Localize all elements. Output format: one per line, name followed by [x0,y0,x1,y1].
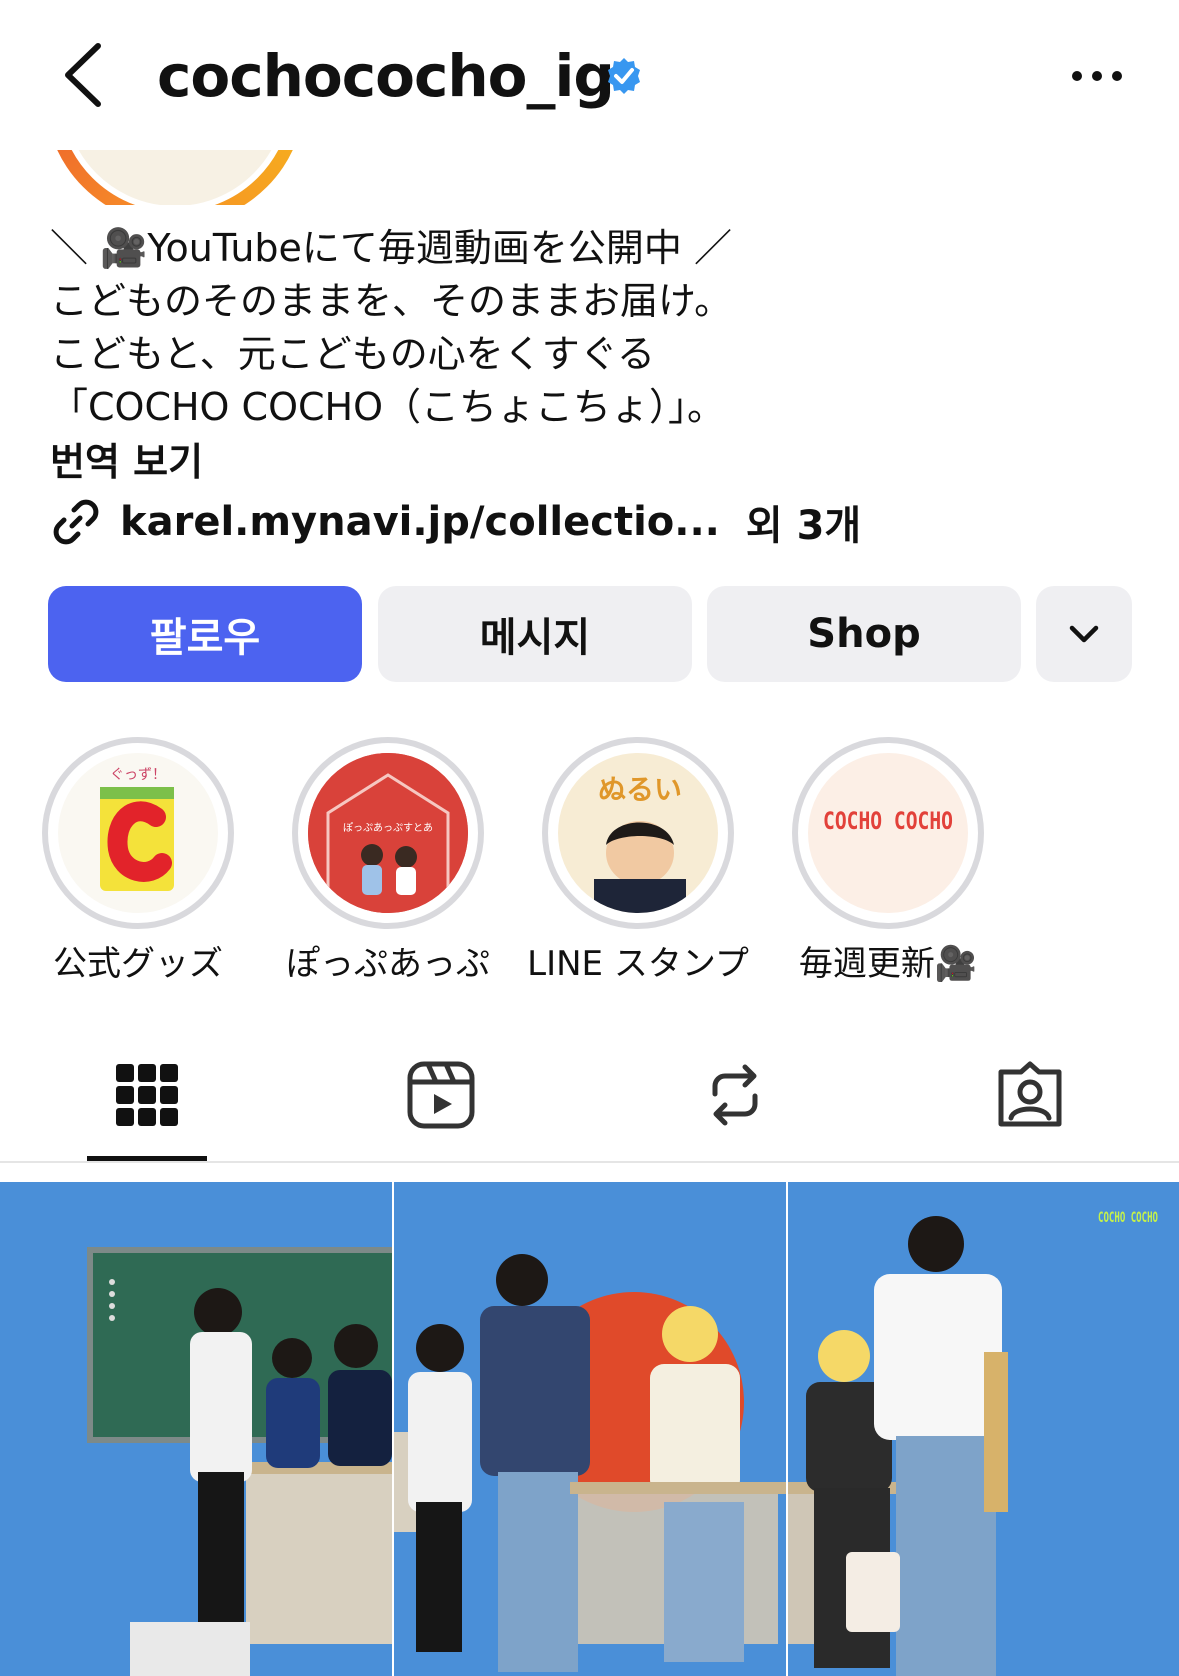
highlight-weekly[interactable]: COCHO COCHO 毎週更新🎥 [763,737,1013,989]
highlight-ring: COCHO COCHO [792,737,984,929]
verified-badge-icon [604,56,644,96]
profile-username: cochococho_ig [157,42,615,110]
bio-link[interactable]: karel.mynavi.jp/collectio... 외 3개 [50,494,861,550]
bio-line: こどもと、元こどもの心をくすぐる [50,332,655,376]
highlight-line-stamp[interactable]: ぬるい LINE スタンプ [513,737,763,989]
tagged-icon [998,1061,1062,1127]
highlight-ring: ぽっぷあっぷすとあ [292,737,484,929]
tab-divider [0,1161,1179,1163]
bio-link-text[interactable]: karel.mynavi.jp/collectio... [120,499,720,545]
shop-button[interactable]: Shop [707,586,1021,682]
post-brand-mark: COCHO COCHO [1098,1210,1158,1226]
post-tile[interactable] [0,1182,392,1676]
tab-tagged[interactable] [985,1050,1075,1140]
reels-icon [407,1061,475,1129]
back-button[interactable] [58,40,114,110]
highlight-label: LINE スタンプ [527,944,749,984]
follow-button[interactable]: 팔로우 [48,586,362,682]
highlight-popup-sign: ぽっぷあっぷすとあ [343,822,433,834]
highlight-ring: ぬるい [542,737,734,929]
bio-line: ＼ 🎥YouTubeにて毎週動画を公開中 ／ [50,226,732,270]
highlight-weekly-image: COCHO COCHO [808,753,968,913]
bio-line: 「COCHO COCHO（こちょこちょ）」。 [50,385,726,429]
highlight-goods-image: ぐっず！ [58,753,218,913]
highlight-line-image: ぬるい [558,753,718,913]
see-translation-link[interactable]: 번역 보기 [50,436,203,488]
more-horizontal-icon [1072,71,1122,81]
tab-reposts[interactable] [690,1050,780,1140]
post-tile[interactable] [394,1182,786,1676]
chevron-left-icon [65,43,101,107]
highlight-weekly-brand: COCHO COCHO [823,807,953,835]
tab-posts-grid[interactable] [102,1050,192,1140]
suggested-accounts-button[interactable] [1036,586,1132,682]
bio-line: こどものそのままを、そのままお届け。 [50,279,733,323]
highlight-ring: ぐっず！ [42,737,234,929]
highlight-goods-caption: ぐっず！ [110,767,166,783]
tab-reels[interactable] [396,1050,486,1140]
message-button[interactable]: 메시지 [378,586,692,682]
bio-link-more[interactable]: 외 3개 [746,493,861,551]
highlight-label: 公式グッズ [53,944,223,984]
more-options-button[interactable] [1068,56,1126,96]
repost-icon [712,1064,758,1126]
chevron-down-icon [1069,625,1099,643]
profile-bio: ＼ 🎥YouTubeにて毎週動画を公開中 ／ こどものそのままを、そのままお届け… [50,222,1150,434]
highlight-label: 毎週更新🎥 [798,944,978,984]
highlight-goods[interactable]: ぐっず！ 公式グッズ [13,737,263,989]
grid-icon [116,1064,178,1126]
link-icon [53,499,99,545]
highlight-popup-image: ぽっぷあっぷすとあ [308,753,468,913]
highlight-line-word: ぬるい [598,773,682,806]
highlight-popup[interactable]: ぽっぷあっぷすとあ ぽっぷあっぷ [263,737,513,989]
highlight-label: ぽっぷあっぷ [286,944,490,984]
post-tile[interactable]: COCHO COCHO [788,1182,1179,1676]
